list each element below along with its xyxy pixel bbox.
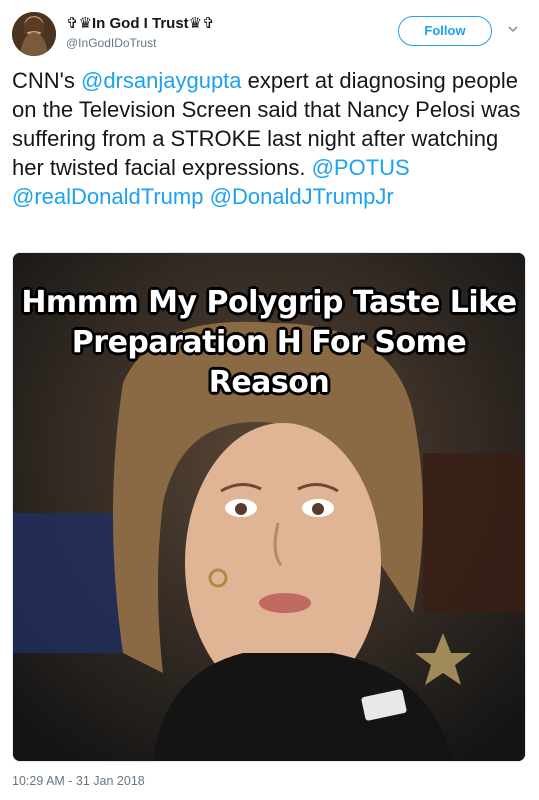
tweet-text: CNN's @drsanjaygupta expert at diagnosin…	[12, 66, 522, 211]
tweet-text-segment: CNN's	[12, 68, 81, 93]
follow-button[interactable]: Follow	[398, 16, 492, 46]
mention-link[interactable]: @drsanjaygupta	[81, 68, 242, 93]
avatar[interactable]	[12, 12, 56, 56]
mention-link[interactable]: @DonaldJTrumpJr	[210, 184, 394, 209]
avatar-image	[12, 12, 56, 56]
display-name[interactable]: ✞♛In God I Trust♛✞	[66, 14, 215, 32]
mention-link[interactable]: @realDonaldTrump	[12, 184, 203, 209]
meme-caption-line: Hmmm My Polygrip Taste Like	[21, 285, 517, 320]
meme-caption: Hmmm My Polygrip Taste Like Preparation …	[13, 283, 525, 403]
meme-caption-line: Preparation H For Some Reason	[71, 325, 467, 400]
tweet-header: ✞♛In God I Trust♛✞ @InGodIDoTrust Follow	[0, 0, 539, 64]
tweet-media-image[interactable]: Hmmm My Polygrip Taste Like Preparation …	[12, 252, 526, 762]
chevron-down-icon[interactable]	[506, 22, 520, 36]
user-handle[interactable]: @InGodIDoTrust	[66, 36, 156, 50]
mention-link[interactable]: @POTUS	[312, 155, 410, 180]
tweet-timestamp[interactable]: 10:29 AM - 31 Jan 2018	[12, 774, 145, 788]
